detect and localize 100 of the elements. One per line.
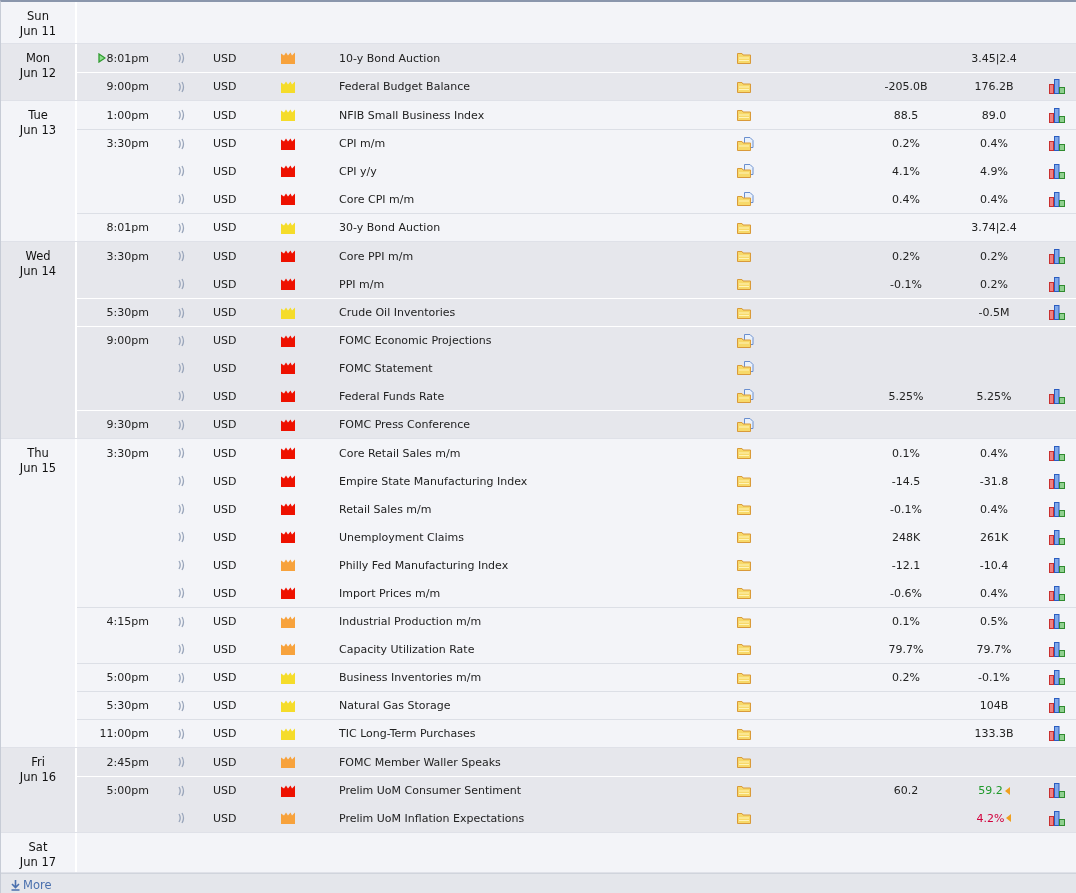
folder-icon[interactable] (737, 727, 751, 740)
folder-icon[interactable] (737, 447, 751, 459)
sound-waves-icon[interactable] (177, 306, 185, 319)
sound-waves-icon[interactable] (177, 756, 185, 768)
folder-icon[interactable] (737, 784, 751, 797)
bar-chart-icon[interactable] (1049, 276, 1065, 292)
bar-chart-icon[interactable] (1049, 163, 1065, 179)
folder-icon[interactable] (737, 250, 751, 262)
event-title[interactable]: Federal Funds Rate (339, 389, 445, 403)
event-title[interactable]: Core PPI m/m (339, 249, 414, 263)
sound-waves-icon[interactable] (177, 334, 185, 347)
sound-waves-icon[interactable] (177, 812, 185, 824)
folder-icon[interactable] (737, 671, 751, 684)
event-title[interactable]: FOMC Economic Projections (339, 334, 492, 347)
event-title[interactable]: Retail Sales m/m (339, 502, 432, 516)
sound-waves-icon[interactable] (177, 80, 185, 93)
folder-icon[interactable] (737, 80, 751, 93)
folder-icon[interactable] (737, 559, 751, 571)
bar-chart-icon[interactable] (1049, 557, 1065, 573)
bar-chart-icon[interactable] (1049, 529, 1065, 545)
bar-chart-icon[interactable] (1049, 726, 1065, 741)
folder-with-document-icon[interactable] (737, 333, 754, 348)
sound-waves-icon[interactable] (177, 362, 185, 374)
event-title[interactable]: FOMC Press Conference (339, 418, 470, 431)
bar-chart-icon[interactable] (1049, 641, 1065, 657)
bar-chart-icon[interactable] (1049, 191, 1065, 207)
sound-waves-icon[interactable] (177, 503, 185, 515)
sound-waves-icon[interactable] (177, 559, 185, 571)
bar-chart-icon[interactable] (1049, 388, 1065, 404)
bar-chart-icon[interactable] (1049, 136, 1065, 151)
sound-waves-icon[interactable] (177, 699, 185, 712)
folder-with-document-icon[interactable] (737, 192, 754, 206)
sound-waves-icon[interactable] (177, 615, 185, 628)
event-title[interactable]: Prelim UoM Inflation Expectations (339, 811, 525, 825)
sound-waves-icon[interactable] (177, 587, 185, 599)
more-link[interactable]: More (11, 878, 52, 892)
event-title[interactable]: Capacity Utilization Rate (339, 642, 475, 656)
folder-with-document-icon[interactable] (737, 417, 754, 432)
event-title[interactable]: Core Retail Sales m/m (339, 446, 461, 460)
folder-icon[interactable] (737, 109, 751, 121)
sound-waves-icon[interactable] (177, 643, 185, 655)
event-title[interactable]: Natural Gas Storage (339, 699, 451, 712)
folder-with-document-icon[interactable] (737, 389, 754, 403)
bar-chart-icon[interactable] (1049, 473, 1065, 489)
event-title[interactable]: PPI m/m (339, 277, 385, 291)
sound-waves-icon[interactable] (177, 418, 185, 431)
event-title[interactable]: Crude Oil Inventories (339, 306, 456, 319)
event-title[interactable]: Philly Fed Manufacturing Index (339, 558, 509, 572)
event-title[interactable]: FOMC Member Waller Speaks (339, 755, 501, 769)
folder-with-document-icon[interactable] (737, 164, 754, 178)
bar-chart-icon[interactable] (1049, 248, 1065, 264)
bar-chart-icon[interactable] (1049, 783, 1065, 798)
sound-waves-icon[interactable] (177, 193, 185, 205)
bar-chart-icon[interactable] (1049, 501, 1065, 517)
sound-waves-icon[interactable] (177, 475, 185, 487)
folder-icon[interactable] (737, 812, 751, 824)
bar-chart-icon[interactable] (1049, 698, 1065, 713)
folder-icon[interactable] (737, 278, 751, 290)
event-title[interactable]: Empire State Manufacturing Index (339, 474, 528, 488)
sound-waves-icon[interactable] (177, 250, 185, 262)
folder-icon[interactable] (737, 699, 751, 712)
folder-icon[interactable] (737, 643, 751, 655)
sound-waves-icon[interactable] (177, 109, 185, 121)
bar-chart-icon[interactable] (1049, 107, 1065, 123)
event-title[interactable]: Core CPI m/m (339, 192, 415, 206)
bar-chart-icon[interactable] (1049, 585, 1065, 601)
sound-waves-icon[interactable] (177, 727, 185, 740)
folder-icon[interactable] (737, 52, 751, 64)
folder-icon[interactable] (737, 503, 751, 515)
sound-waves-icon[interactable] (177, 221, 185, 234)
sound-waves-icon[interactable] (177, 137, 185, 150)
event-title[interactable]: Business Inventories m/m (339, 671, 482, 684)
bar-chart-icon[interactable] (1049, 670, 1065, 685)
event-title[interactable]: Prelim UoM Consumer Sentiment (339, 784, 522, 797)
event-title[interactable]: CPI m/m (339, 137, 386, 150)
sound-waves-icon[interactable] (177, 531, 185, 543)
sound-waves-icon[interactable] (177, 447, 185, 459)
bar-chart-icon[interactable] (1049, 614, 1065, 629)
sound-waves-icon[interactable] (177, 390, 185, 402)
event-title[interactable]: Import Prices m/m (339, 586, 441, 600)
folder-icon[interactable] (737, 587, 751, 599)
event-title[interactable]: CPI y/y (339, 164, 377, 178)
sound-waves-icon[interactable] (177, 52, 185, 64)
sound-waves-icon[interactable] (177, 671, 185, 684)
folder-icon[interactable] (737, 306, 751, 319)
sound-waves-icon[interactable] (177, 278, 185, 290)
event-title[interactable]: FOMC Statement (339, 361, 433, 375)
event-title[interactable]: Unemployment Claims (339, 530, 465, 544)
event-title[interactable]: Industrial Production m/m (339, 615, 482, 628)
bar-chart-icon[interactable] (1049, 305, 1065, 320)
folder-icon[interactable] (737, 475, 751, 487)
folder-with-document-icon[interactable] (737, 136, 754, 151)
folder-icon[interactable] (737, 756, 751, 768)
sound-waves-icon[interactable] (177, 784, 185, 797)
folder-icon[interactable] (737, 221, 751, 234)
folder-icon[interactable] (737, 531, 751, 543)
bar-chart-icon[interactable] (1049, 445, 1065, 461)
folder-with-document-icon[interactable] (737, 361, 754, 375)
event-title[interactable]: TIC Long-Term Purchases (339, 727, 476, 740)
event-title[interactable]: 10-y Bond Auction (339, 51, 441, 65)
